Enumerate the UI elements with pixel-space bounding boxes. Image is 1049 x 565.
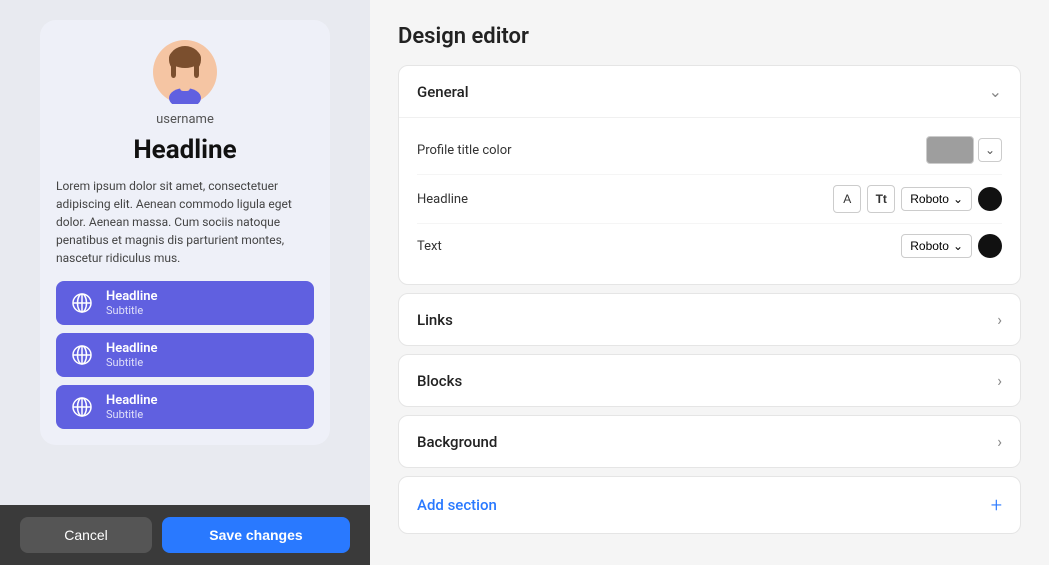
globe-icon <box>68 341 96 369</box>
username-label: username <box>156 112 214 127</box>
headline-font-select[interactable]: Roboto ⌄ <box>901 187 972 211</box>
left-panel: username Headline Lorem ipsum dolor sit … <box>0 0 370 565</box>
accordion-background-header[interactable]: Background › <box>399 416 1020 467</box>
setting-row-profile-title-color: Profile title color ⌄ <box>417 126 1002 175</box>
link-title: Headline <box>106 393 158 408</box>
plus-icon: + <box>991 493 1002 517</box>
page-title: Design editor <box>398 24 1021 49</box>
profile-card: username Headline Lorem ipsum dolor sit … <box>40 20 330 445</box>
chevron-right-icon: › <box>997 310 1002 329</box>
chevron-right-icon: › <box>997 371 1002 390</box>
accordion-links: Links › <box>398 293 1021 346</box>
accordion-background-label: Background <box>417 433 497 451</box>
chevron-right-icon: › <box>997 432 1002 451</box>
headline-font-name: Roboto <box>910 192 949 206</box>
headline-color-dot[interactable] <box>978 187 1002 211</box>
cancel-button[interactable]: Cancel <box>20 517 152 553</box>
color-picker-dropdown[interactable]: ⌄ <box>978 138 1002 162</box>
card-body-text: Lorem ipsum dolor sit amet, consectetuer… <box>56 177 314 267</box>
text-font-name: Roboto <box>910 239 949 253</box>
accordion-background: Background › <box>398 415 1021 468</box>
chevron-down-icon: ⌄ <box>989 82 1002 101</box>
accordion-blocks-label: Blocks <box>417 372 462 390</box>
accordion-general-content: Profile title color ⌄ Headline A Tt Robo… <box>399 117 1020 284</box>
accordion-blocks: Blocks › <box>398 354 1021 407</box>
add-section-button[interactable]: Add section + <box>398 476 1021 534</box>
add-section-label: Add section <box>417 496 497 514</box>
list-item: Headline Subtitle <box>56 333 314 377</box>
list-item: Headline Subtitle <box>56 281 314 325</box>
accordion-general-header[interactable]: General ⌄ <box>399 66 1020 117</box>
bottom-bar: Cancel Save changes <box>0 505 370 565</box>
right-panel: Design editor General ⌄ Profile title co… <box>370 0 1049 565</box>
link-texts: Headline Subtitle <box>106 393 158 421</box>
accordion-links-header[interactable]: Links › <box>399 294 1020 345</box>
accordion-general-label: General <box>417 83 469 101</box>
accordion-blocks-header[interactable]: Blocks › <box>399 355 1020 406</box>
setting-row-text: Text Roboto ⌄ <box>417 224 1002 268</box>
setting-label-headline: Headline <box>417 192 468 207</box>
setting-label-profile-title: Profile title color <box>417 143 512 158</box>
setting-row-headline: Headline A Tt Roboto ⌄ <box>417 175 1002 224</box>
accordion-general: General ⌄ Profile title color ⌄ Headline… <box>398 65 1021 285</box>
text-font-chevron: ⌄ <box>953 239 963 253</box>
link-subtitle: Subtitle <box>106 304 158 317</box>
headline-font-controls: A Tt Roboto ⌄ <box>833 185 1002 213</box>
globe-icon <box>68 393 96 421</box>
save-changes-button[interactable]: Save changes <box>162 517 350 553</box>
accordion-links-label: Links <box>417 311 453 329</box>
color-picker-swatch[interactable] <box>926 136 974 164</box>
link-texts: Headline Subtitle <box>106 341 158 369</box>
text-color-dot[interactable] <box>978 234 1002 258</box>
link-title: Headline <box>106 341 158 356</box>
link-subtitle: Subtitle <box>106 408 158 421</box>
headline-font-chevron: ⌄ <box>953 192 963 206</box>
link-title: Headline <box>106 289 158 304</box>
profile-title-color-controls: ⌄ <box>926 136 1002 164</box>
link-subtitle: Subtitle <box>106 356 158 369</box>
setting-label-text: Text <box>417 239 442 254</box>
avatar <box>153 40 217 104</box>
card-headline: Headline <box>133 135 236 165</box>
list-item: Headline Subtitle <box>56 385 314 429</box>
text-font-controls: Roboto ⌄ <box>901 234 1002 258</box>
globe-icon <box>68 289 96 317</box>
text-font-select[interactable]: Roboto ⌄ <box>901 234 972 258</box>
link-texts: Headline Subtitle <box>106 289 158 317</box>
font-weight-btn[interactable]: Tt <box>867 185 895 213</box>
font-size-btn[interactable]: A <box>833 185 861 213</box>
